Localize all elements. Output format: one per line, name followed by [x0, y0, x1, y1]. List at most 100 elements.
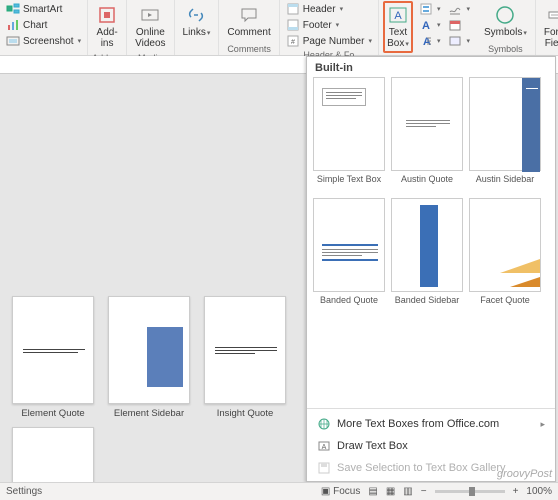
links-label: Links▾ — [183, 27, 211, 39]
ribbon-group-illustrations: SmartArt Chart Screenshot ▾ — [0, 0, 88, 55]
gallery-caption: Element Quote — [21, 408, 84, 419]
header-button[interactable]: Header▾ — [284, 1, 374, 17]
symbols-button[interactable]: Symbols▾ — [480, 1, 531, 42]
footer-icon — [286, 18, 300, 32]
dropdown-gallery-item[interactable]: Banded Sidebar — [391, 198, 463, 315]
pagenumber-button[interactable]: # Page Number▾ — [284, 33, 374, 49]
zoom-out-button[interactable]: − — [421, 486, 427, 497]
dropdown-scroll[interactable]: Simple Text Box Austin Quote Austin Side… — [307, 77, 555, 406]
addins-icon — [96, 4, 118, 26]
formfield-button[interactable]: Form Field — [540, 1, 558, 52]
group-label-comments: Comments — [227, 43, 271, 55]
thumb-caption: Austin Sidebar — [476, 174, 535, 194]
zoom-slider[interactable] — [435, 490, 505, 493]
zoom-in-button[interactable]: + — [513, 486, 519, 497]
online-videos-button[interactable]: Online Videos — [131, 1, 169, 52]
gallery-item[interactable]: Insight Quote — [204, 296, 286, 419]
screenshot-label: Screenshot — [23, 36, 74, 47]
symbols-icon — [494, 4, 516, 26]
ribbon-group-symbols: Symbols▾ Symbols — [476, 0, 536, 55]
ribbon-group-comments: Comment Comments — [219, 0, 279, 55]
view-print-layout[interactable]: ▤ — [368, 486, 377, 497]
thumb-caption: Facet Quote — [480, 295, 530, 315]
textbox-button[interactable]: A Text Box▾ — [383, 1, 413, 53]
videos-label: Online Videos — [135, 27, 165, 49]
gallery-item[interactable]: Element Sidebar — [108, 296, 190, 419]
draw-textbox-item[interactable]: A Draw Text Box — [307, 435, 555, 457]
comment-button[interactable]: Comment — [223, 1, 274, 41]
view-web-layout[interactable]: ▥ — [403, 486, 412, 497]
header-label: Header — [303, 4, 336, 15]
watermark: groovyPost — [497, 468, 552, 480]
links-button[interactable]: Links▾ — [179, 1, 215, 42]
gallery-item[interactable]: Element Quote — [12, 296, 94, 419]
footer-button[interactable]: Footer▾ — [284, 17, 374, 33]
ribbon-group-addins: Add- ins Add-ins — [88, 0, 127, 55]
dropcap-button[interactable]: A▾ — [417, 33, 443, 49]
ribbon-group-media: Online Videos Media — [127, 0, 174, 55]
dropdown-section-header: Built-in — [307, 57, 555, 77]
menu-label: Save Selection to Text Box Gallery — [337, 462, 506, 474]
settings-button[interactable]: Settings — [6, 486, 42, 497]
comment-icon — [238, 4, 260, 26]
wordart-button[interactable]: A▾ — [417, 17, 443, 33]
dropdown-gallery-item[interactable]: Facet Quote — [469, 198, 541, 315]
menu-label: More Text Boxes from Office.com — [337, 418, 499, 430]
draw-textbox-icon: A — [317, 439, 331, 453]
dropcap-icon: A — [419, 34, 433, 48]
save-icon — [317, 461, 331, 475]
wordart-icon: A — [419, 18, 433, 32]
ribbon-group-form: Form Field — [536, 0, 558, 55]
dropdown-gallery-item[interactable]: Simple Text Box — [313, 77, 385, 194]
thumb-caption: Banded Quote — [320, 295, 378, 315]
comment-label: Comment — [227, 27, 270, 38]
object-icon — [448, 34, 462, 48]
textbox-gallery-left: Element Quote Element Sidebar Insight Qu… — [12, 296, 307, 482]
quickparts-icon — [419, 2, 433, 16]
screenshot-button[interactable]: Screenshot ▾ — [4, 33, 83, 49]
header-icon — [286, 2, 300, 16]
video-icon — [139, 4, 161, 26]
textbox-icon: A — [387, 4, 409, 26]
svg-text:#: # — [291, 39, 295, 46]
object-button[interactable]: ▾ — [446, 33, 472, 49]
chart-icon — [6, 18, 20, 32]
link-icon — [185, 4, 207, 26]
dropdown-gallery-item[interactable]: Austin Sidebar — [469, 77, 541, 194]
formfield-label: Form Field — [544, 27, 558, 49]
ribbon-group-headerfooter: Header▾ Footer▾ # Page Number▾ Header & … — [280, 0, 379, 55]
footer-label: Footer — [303, 20, 332, 31]
gallery-item[interactable]: Insight Sidebar — [12, 427, 94, 482]
menu-label: Draw Text Box — [337, 440, 408, 452]
signature-icon — [448, 2, 462, 16]
pagenumber-label: Page Number — [303, 36, 365, 47]
globe-icon — [317, 417, 331, 431]
chart-label: Chart — [23, 20, 47, 31]
focus-button[interactable]: ▣ Focus — [321, 486, 360, 497]
addins-label: Add- ins — [97, 27, 118, 49]
chevron-down-icon: ▾ — [78, 37, 82, 45]
sigline-button[interactable]: ▾ — [446, 1, 472, 17]
chart-button[interactable]: Chart — [4, 17, 83, 33]
datetime-icon — [448, 18, 462, 32]
gallery-caption: Insight Quote — [217, 408, 274, 419]
dropdown-gallery-item[interactable]: Austin Quote — [391, 77, 463, 194]
thumb-caption: Banded Sidebar — [395, 295, 460, 315]
quickparts-button[interactable]: ▾ — [417, 1, 443, 17]
pagenumber-icon: # — [286, 34, 300, 48]
more-textboxes-item[interactable]: More Text Boxes from Office.com ▸ — [307, 413, 555, 435]
thumb-caption: Simple Text Box — [317, 174, 381, 194]
status-bar: Settings ▣ Focus ▤ ▦ ▥ − + 100% — [0, 482, 558, 500]
view-read-mode[interactable]: ▦ — [386, 486, 395, 497]
ribbon: SmartArt Chart Screenshot ▾ Add- ins Add-… — [0, 0, 558, 56]
group-label-symbols: Symbols — [488, 43, 523, 55]
dropdown-gallery-item[interactable]: Banded Quote — [313, 198, 385, 315]
smartart-button[interactable]: SmartArt — [4, 1, 83, 17]
ribbon-group-text: A Text Box▾ ▾ A▾ A▾ ▾ ▾ — [379, 0, 476, 55]
screenshot-icon — [6, 34, 20, 48]
smartart-label: SmartArt — [23, 4, 62, 15]
datetime-button[interactable] — [446, 17, 472, 33]
thumb-caption: Austin Quote — [401, 174, 453, 194]
addins-button[interactable]: Add- ins — [92, 1, 122, 52]
zoom-level[interactable]: 100% — [526, 486, 552, 497]
